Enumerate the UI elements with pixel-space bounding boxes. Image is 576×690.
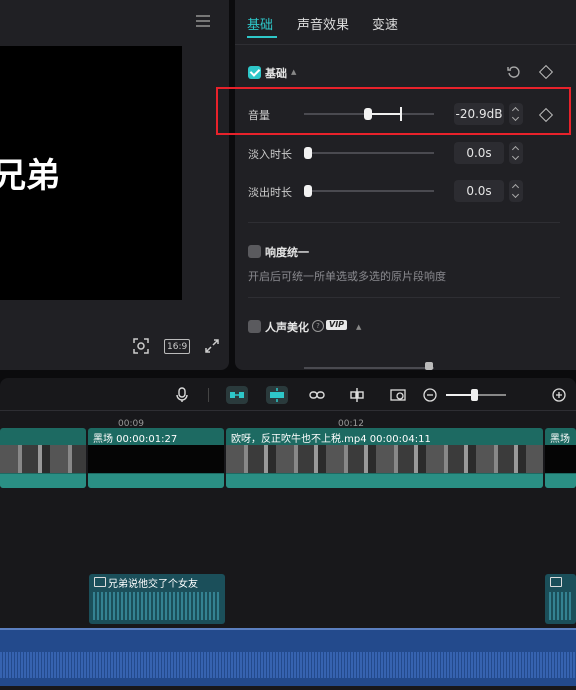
clip-waveform <box>0 474 86 488</box>
black-clip[interactable]: 黑场 <box>545 428 576 488</box>
zoom-in-icon[interactable] <box>548 386 570 404</box>
zoom-out-icon[interactable] <box>419 386 441 404</box>
voice-clip-title: 兄弟说他交了个女友 <box>108 579 198 590</box>
preview-axis-icon[interactable] <box>346 386 368 404</box>
expand-icon[interactable] <box>203 337 221 355</box>
clip-waveform <box>226 474 543 488</box>
zoom-slider-fill <box>446 394 474 396</box>
divider <box>0 410 576 411</box>
video-clip[interactable] <box>0 428 86 488</box>
clip-thumbnails <box>226 445 543 473</box>
voice-slider-track[interactable] <box>304 367 434 369</box>
video-clip[interactable]: 欧呀，反正吹牛也不上税.mp4 00:00:04:11 <box>226 428 543 488</box>
fade-in-stepper[interactable] <box>509 142 523 164</box>
clip-waveform <box>93 592 221 620</box>
collapse-icon[interactable]: ▲ <box>291 68 296 76</box>
loudness-description: 开启后可统一所单选或多选的原片段响度 <box>248 270 446 283</box>
divider <box>248 297 560 298</box>
clip-waveform <box>88 474 224 488</box>
active-tab-indicator <box>247 36 277 38</box>
fullscreen-crop-icon[interactable] <box>131 337 151 355</box>
fade-out-stepper[interactable] <box>509 180 523 202</box>
loudness-label: 响度统一 <box>265 246 309 259</box>
fade-out-slider-track[interactable] <box>304 190 434 192</box>
fade-out-slider-knob[interactable] <box>304 185 312 197</box>
menu-icon[interactable] <box>196 15 210 27</box>
audio-waveform <box>0 652 576 678</box>
tab-basic[interactable]: 基础 <box>247 14 273 33</box>
clip-title: 黑场 00:00:01:27 <box>93 434 178 445</box>
zoom-slider-knob[interactable] <box>471 389 478 401</box>
clip-title: 欧呀，反正吹牛也不上税.mp4 00:00:04:11 <box>231 434 431 445</box>
tab-speed[interactable]: 变速 <box>372 14 398 33</box>
fade-in-value-field[interactable]: 0.0s <box>454 142 504 164</box>
voice-beautify-checkbox[interactable] <box>248 320 261 333</box>
preview-subtitle: 兄弟 <box>0 156 60 196</box>
clip-thumbnails <box>88 445 224 473</box>
clip-title: 黑场 <box>550 434 570 445</box>
collapse-icon[interactable]: ▲ <box>356 323 361 331</box>
volume-highlight-box <box>216 87 571 135</box>
fade-out-value-field[interactable]: 0.0s <box>454 180 504 202</box>
snap-icon[interactable] <box>266 386 288 404</box>
zoom-fit-icon[interactable] <box>388 386 410 404</box>
microphone-icon[interactable] <box>171 386 193 404</box>
clip-waveform <box>549 592 572 620</box>
main-track-link-icon[interactable] <box>226 386 248 404</box>
voice-beautify-label: 人声美化 <box>265 321 309 334</box>
voice-clip[interactable]: 兄弟说他交了个女友 <box>89 574 225 624</box>
basic-section-label: 基础 <box>265 67 287 80</box>
help-icon[interactable]: ? <box>312 320 324 332</box>
voice-clip[interactable] <box>545 574 576 624</box>
divider <box>235 44 576 45</box>
reset-icon[interactable] <box>507 64 521 83</box>
basic-checkbox[interactable] <box>248 66 261 79</box>
fade-out-label: 淡出时长 <box>248 186 292 199</box>
clip-thumbnails <box>545 445 576 473</box>
vip-badge: VIP <box>326 320 348 330</box>
audio-track[interactable] <box>0 628 576 686</box>
aspect-ratio-button[interactable]: 16:9 <box>164 339 191 354</box>
loudness-checkbox[interactable] <box>248 245 261 258</box>
clip-thumbnails <box>0 445 86 473</box>
fade-in-slider-knob[interactable] <box>304 147 312 159</box>
black-clip[interactable]: 黑场 00:00:01:27 <box>88 428 224 488</box>
link-icon[interactable] <box>306 386 328 404</box>
toolbar-divider <box>208 388 209 402</box>
caption-icon <box>94 577 106 587</box>
tab-sound-effects[interactable]: 声音效果 <box>297 14 349 33</box>
voice-slider-knob[interactable] <box>425 362 433 370</box>
fade-in-slider-track[interactable] <box>304 152 434 154</box>
divider <box>248 222 560 223</box>
clip-waveform <box>545 474 576 488</box>
fade-in-label: 淡入时长 <box>248 148 292 161</box>
caption-icon <box>550 577 562 587</box>
